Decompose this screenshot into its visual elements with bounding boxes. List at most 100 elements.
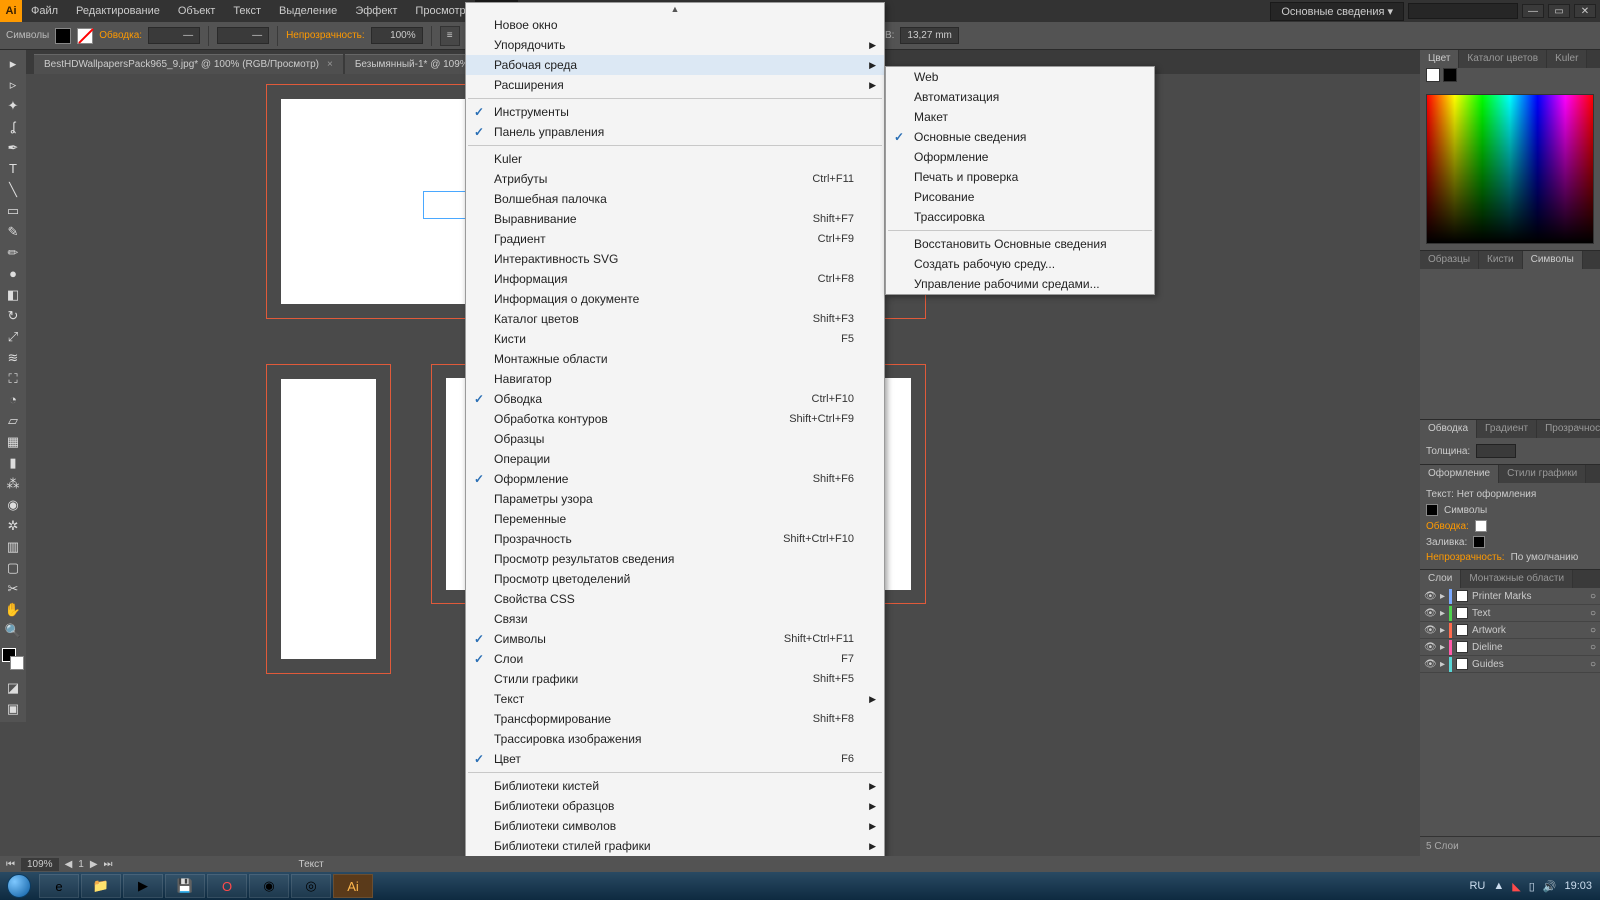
taskbar-ie-icon[interactable]: e: [39, 874, 79, 898]
menu-item[interactable]: ИнформацияCtrl+F8: [466, 269, 884, 289]
menu-item[interactable]: Связи: [466, 609, 884, 629]
menu-item[interactable]: Информация о документе: [466, 289, 884, 309]
menu-объект[interactable]: Объект: [169, 0, 224, 22]
menu-текст[interactable]: Текст: [224, 0, 270, 22]
menu-item[interactable]: Упорядочить▶: [466, 35, 884, 55]
menu-item[interactable]: Каталог цветовShift+F3: [466, 309, 884, 329]
menu-item[interactable]: ✓СлоиF7: [466, 649, 884, 669]
menu-item[interactable]: Трассировка изображения: [466, 729, 884, 749]
selection-tool-icon[interactable]: ▸: [2, 54, 24, 73]
taskbar-opera-icon[interactable]: O: [207, 874, 247, 898]
gradient-tool-icon[interactable]: ▮: [2, 453, 24, 472]
menu-item[interactable]: Просмотр цветоделений: [466, 569, 884, 589]
appearance-opacity-label[interactable]: Непрозрачность:: [1426, 552, 1505, 563]
nav-last-icon[interactable]: ⏭: [104, 859, 113, 870]
panel-tab-kuler[interactable]: Kuler: [1547, 50, 1587, 68]
menu-item[interactable]: Свойства CSS: [466, 589, 884, 609]
tray-flag-icon[interactable]: ▲: [1493, 880, 1504, 892]
zoom-tool-icon[interactable]: 🔍: [2, 621, 24, 640]
clock[interactable]: 19:03: [1564, 880, 1592, 892]
menu-item[interactable]: Управление рабочими средами...: [886, 274, 1154, 294]
menu-item[interactable]: Рисование: [886, 187, 1154, 207]
menu-редактирование[interactable]: Редактирование: [67, 0, 169, 22]
panel-tab-artboards[interactable]: Монтажные области: [1461, 570, 1573, 588]
menu-item[interactable]: ✓Основные сведения: [886, 127, 1154, 147]
opacity-field[interactable]: 100%: [371, 27, 423, 44]
panel-tab-graphic-styles[interactable]: Стили графики: [1499, 465, 1586, 483]
appearance-stroke[interactable]: Обводка:: [1426, 521, 1469, 532]
panel-tab-gradient[interactable]: Градиент: [1477, 420, 1537, 438]
menu-item[interactable]: Печать и проверка: [886, 167, 1154, 187]
align-left-icon[interactable]: ≡: [440, 26, 460, 46]
slice-tool-icon[interactable]: ✂: [2, 579, 24, 598]
panel-tab-color-guide[interactable]: Каталог цветов: [1459, 50, 1547, 68]
panel-tab-transparency[interactable]: Прозрачность: [1537, 420, 1600, 438]
lasso-tool-icon[interactable]: ʆ: [2, 117, 24, 136]
menu-item[interactable]: Восстановить Основные сведения: [886, 234, 1154, 254]
menu-item[interactable]: Монтажные области: [466, 349, 884, 369]
menu-item[interactable]: Образцы: [466, 429, 884, 449]
visibility-icon[interactable]: 👁: [1424, 608, 1436, 619]
menu-item[interactable]: Операции: [466, 449, 884, 469]
menu-item[interactable]: Kuler: [466, 149, 884, 169]
free-transform-tool-icon[interactable]: ⛶: [2, 369, 24, 388]
blob-brush-tool-icon[interactable]: ●: [2, 264, 24, 283]
menu-item[interactable]: Оформление: [886, 147, 1154, 167]
eyedropper-tool-icon[interactable]: ⁂: [2, 474, 24, 493]
menu-item[interactable]: Трассировка: [886, 207, 1154, 227]
menu-item[interactable]: ✓ЦветF6: [466, 749, 884, 769]
menu-item[interactable]: Навигатор: [466, 369, 884, 389]
menu-item[interactable]: Текст▶: [466, 689, 884, 709]
menu-item[interactable]: Интерактивность SVG: [466, 249, 884, 269]
artboard-tool-icon[interactable]: ▢: [2, 558, 24, 577]
taskbar-illustrator-icon[interactable]: Ai: [333, 874, 373, 898]
graph-tool-icon[interactable]: ▥: [2, 537, 24, 556]
direct-selection-tool-icon[interactable]: ▹: [2, 75, 24, 94]
menu-item[interactable]: Волшебная палочка: [466, 189, 884, 209]
hand-tool-icon[interactable]: ✋: [2, 600, 24, 619]
taskbar-save-icon[interactable]: 💾: [165, 874, 205, 898]
menu-item[interactable]: ✓Панель управления: [466, 122, 884, 142]
visibility-icon[interactable]: 👁: [1424, 659, 1436, 670]
magic-wand-tool-icon[interactable]: ✦: [2, 96, 24, 115]
blend-tool-icon[interactable]: ◉: [2, 495, 24, 514]
fill-swatch-icon[interactable]: [1473, 536, 1485, 548]
stroke-swatch[interactable]: [77, 28, 93, 44]
menu-item[interactable]: Обработка контуровShift+Ctrl+F9: [466, 409, 884, 429]
stroke-thickness-field[interactable]: [1476, 444, 1516, 458]
menu-item[interactable]: ✓СимволыShift+Ctrl+F11: [466, 629, 884, 649]
taskbar-app-icon[interactable]: ◎: [291, 874, 331, 898]
layer-row[interactable]: 👁▸Artwork○: [1420, 622, 1600, 639]
type-tool-icon[interactable]: T: [2, 159, 24, 178]
layer-row[interactable]: 👁▸Printer Marks○: [1420, 588, 1600, 605]
menu-item[interactable]: ГрадиентCtrl+F9: [466, 229, 884, 249]
panel-tab-symbols[interactable]: Символы: [1523, 251, 1583, 269]
menu-эффект[interactable]: Эффект: [346, 0, 406, 22]
menu-item[interactable]: ✓Инструменты: [466, 102, 884, 122]
start-button[interactable]: [0, 872, 38, 900]
line-tool-icon[interactable]: ╲: [2, 180, 24, 199]
layer-row[interactable]: 👁▸Text○: [1420, 605, 1600, 622]
taskbar-chrome-icon[interactable]: ◉: [249, 874, 289, 898]
no-stroke-icon[interactable]: [1475, 520, 1487, 532]
tray-volume-icon[interactable]: 🔊: [1543, 880, 1557, 893]
visibility-icon[interactable]: 👁: [1424, 642, 1436, 653]
panel-tab-swatches[interactable]: Образцы: [1420, 251, 1479, 269]
draw-mode-icon[interactable]: ◪: [2, 678, 24, 697]
width-tool-icon[interactable]: ≋: [2, 348, 24, 367]
screen-mode-icon[interactable]: ▣: [2, 699, 24, 718]
appearance-fill[interactable]: Заливка:: [1426, 537, 1467, 548]
brush-tool-icon[interactable]: ✎: [2, 222, 24, 241]
symbols-panel-body[interactable]: [1420, 269, 1600, 419]
menu-item[interactable]: Просмотр результатов сведения: [466, 549, 884, 569]
eraser-tool-icon[interactable]: ◧: [2, 285, 24, 304]
taskbar-explorer-icon[interactable]: 📁: [81, 874, 121, 898]
menu-item[interactable]: Переменные: [466, 509, 884, 529]
menu-item[interactable]: ТрансформированиеShift+F8: [466, 709, 884, 729]
menu-item[interactable]: Новое окно: [466, 15, 884, 35]
menu-item[interactable]: ✓ОбводкаCtrl+F10: [466, 389, 884, 409]
nav-first-icon[interactable]: ⏮: [6, 859, 15, 870]
menu-item[interactable]: Параметры узора: [466, 489, 884, 509]
swatch-icon[interactable]: [1426, 68, 1440, 82]
workspace-switcher[interactable]: Основные сведения ▾: [1270, 2, 1404, 21]
